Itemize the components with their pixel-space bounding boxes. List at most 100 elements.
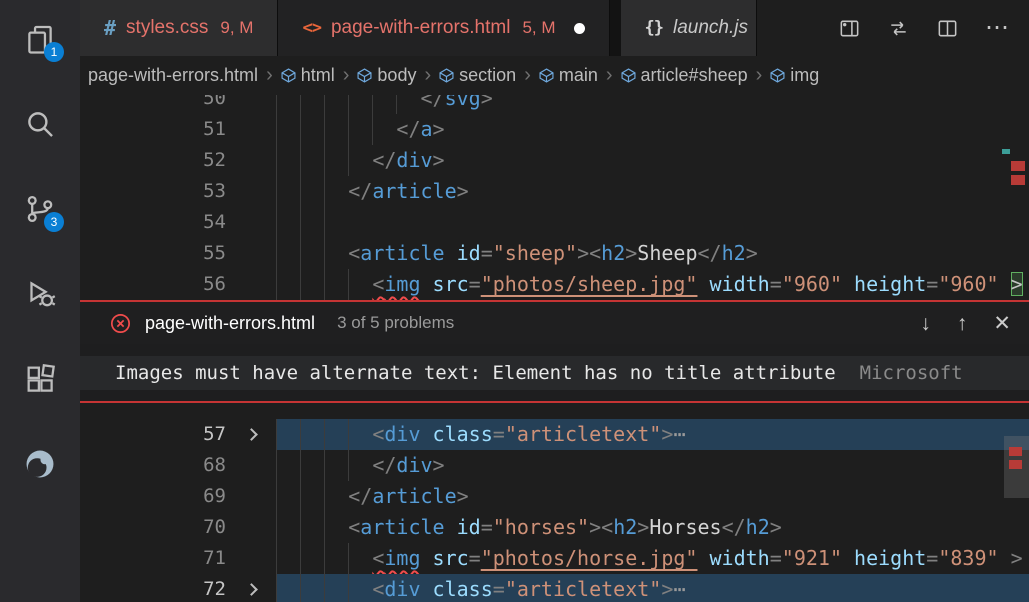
code-text[interactable]: <article id="sheep"><h2>Sheep</h2>: [276, 238, 1029, 269]
indent-guide: [300, 481, 301, 512]
tab-launch-json[interactable]: {} launch.js: [621, 0, 757, 56]
split-editor-icon[interactable]: [936, 17, 959, 40]
indent-guide: [276, 95, 277, 114]
line-number[interactable]: 71: [80, 543, 230, 574]
symbol-cube-icon: [621, 68, 636, 83]
line-number[interactable]: 54: [80, 207, 230, 238]
indent-guide: [300, 269, 301, 300]
code-text[interactable]: <article id="horses"><h2>Horses</h2>: [276, 512, 1029, 543]
line-number[interactable]: 50: [80, 95, 230, 114]
line-number[interactable]: 68: [80, 450, 230, 481]
breadcrumb-img[interactable]: img: [770, 65, 819, 86]
activity-edge-devtools[interactable]: [16, 437, 64, 522]
line-number[interactable]: 72: [80, 574, 230, 602]
indent-guide: [276, 269, 277, 300]
symbol-cube-icon: [357, 68, 372, 83]
indent-guide: [324, 512, 325, 543]
indent-guide: [300, 145, 301, 176]
line-number[interactable]: 53: [80, 176, 230, 207]
indent-guide: [276, 419, 277, 450]
indent-guide: [276, 207, 277, 238]
indent-guide: [348, 95, 349, 114]
code-text[interactable]: [276, 207, 1029, 238]
line-number[interactable]: 69: [80, 481, 230, 512]
activity-explorer[interactable]: 1: [16, 12, 64, 97]
tab-page-with-errors[interactable]: <> page-with-errors.html 5, M: [278, 0, 609, 56]
code-text[interactable]: <div class="articletext">⋯: [276, 574, 1029, 602]
indent-guide: [372, 95, 373, 114]
line-number[interactable]: 56: [80, 269, 230, 300]
code-text[interactable]: <img src="photos/sheep.jpg" width="960" …: [276, 269, 1029, 300]
indent-guide: [300, 543, 301, 574]
code-line-53[interactable]: 53 </article>: [80, 176, 1029, 207]
tab-styles-css[interactable]: # styles.css 9, M: [80, 0, 278, 56]
indent-guide: [348, 269, 349, 300]
code-text[interactable]: </svg>: [276, 95, 1029, 114]
indent-guide: [300, 176, 301, 207]
activity-search[interactable]: [16, 97, 64, 182]
indent-guide: [300, 574, 301, 602]
editor-bottom[interactable]: 57 <div class="articletext">⋯ 68 </div> 69 </…: [80, 403, 1029, 602]
code-text[interactable]: <img src="photos/horse.jpg" width="921" …: [276, 543, 1029, 574]
code-line-55[interactable]: 55 <article id="sheep"><h2>Sheep</h2>: [80, 238, 1029, 269]
code-text[interactable]: </article>: [276, 176, 1029, 207]
breadcrumb-body[interactable]: body: [357, 65, 416, 86]
code-line-72[interactable]: 72 <div class="articletext">⋯: [80, 574, 1029, 602]
problem-row[interactable]: Images must have alternate text: Element…: [80, 356, 1029, 390]
breadcrumb-separator: ›: [262, 64, 277, 87]
symbol-cube-icon: [281, 68, 296, 83]
breadcrumb-separator: ›: [339, 64, 354, 87]
code-line-51[interactable]: 51 </a>: [80, 114, 1029, 145]
fold-chevron-icon[interactable]: [230, 574, 276, 602]
previous-problem-icon[interactable]: ↑: [957, 313, 968, 334]
breadcrumb-file[interactable]: page-with-errors.html: [88, 65, 258, 86]
fold-gutter: [230, 176, 276, 207]
indent-guide: [372, 114, 373, 145]
code-line-52[interactable]: 52 </div>: [80, 145, 1029, 176]
open-changes-icon[interactable]: [887, 17, 910, 40]
activity-source-control[interactable]: 3: [16, 182, 64, 267]
code-text[interactable]: </div>: [276, 145, 1029, 176]
overview-error-mark: [1009, 460, 1022, 469]
tab-problems-decoration: 9, M: [220, 18, 253, 38]
code-line-70[interactable]: 70 <article id="horses"><h2>Horses</h2>: [80, 512, 1029, 543]
code-line-69[interactable]: 69 </article>: [80, 481, 1029, 512]
line-number[interactable]: 55: [80, 238, 230, 269]
tab-label: launch.js: [673, 17, 748, 39]
line-number[interactable]: 51: [80, 114, 230, 145]
breadcrumb-html[interactable]: html: [281, 65, 335, 86]
breadcrumb-article-sheep[interactable]: article#sheep: [621, 65, 748, 86]
code-line-54[interactable]: 54: [80, 207, 1029, 238]
code-text[interactable]: </div>: [276, 450, 1029, 481]
line-number[interactable]: 57: [80, 419, 230, 450]
code-line-57[interactable]: 57 <div class="articletext">⋯: [80, 419, 1029, 450]
fold-gutter: [230, 207, 276, 238]
more-actions-icon[interactable]: ⋯: [985, 16, 1009, 40]
activity-extensions[interactable]: [16, 352, 64, 437]
close-peek-icon[interactable]: ✕: [993, 313, 1011, 334]
code-line-56[interactable]: 56 <img src="photos/sheep.jpg" width="960…: [80, 269, 1029, 300]
next-problem-icon[interactable]: ↓: [920, 313, 931, 334]
code-line-71[interactable]: 71 <img src="photos/horse.jpg" width="921…: [80, 543, 1029, 574]
code-text[interactable]: <div class="articletext">⋯: [276, 419, 1029, 450]
code-text[interactable]: </a>: [276, 114, 1029, 145]
code-line-50[interactable]: 50 </svg>: [80, 95, 1029, 114]
line-number[interactable]: 70: [80, 512, 230, 543]
line-number[interactable]: 52: [80, 145, 230, 176]
breadcrumb-section[interactable]: section: [439, 65, 516, 86]
indent-guide: [348, 145, 349, 176]
editor-group: # styles.css 9, M <> page-with-errors.ht…: [80, 0, 1029, 602]
indent-guide: [276, 238, 277, 269]
indent-guide: [276, 145, 277, 176]
fold-chevron-icon[interactable]: [230, 419, 276, 450]
indent-guide: [276, 481, 277, 512]
unsaved-changes-indicator[interactable]: [574, 23, 585, 34]
breadcrumb-main[interactable]: main: [539, 65, 598, 86]
code-line-68[interactable]: 68 </div>: [80, 450, 1029, 481]
editor-top[interactable]: 50 </svg> 51 </a> 52 </div> 53 </article> 5455 <a…: [80, 95, 1029, 300]
code-text[interactable]: </article>: [276, 481, 1029, 512]
indent-guide: [348, 419, 349, 450]
activity-run-and-debug[interactable]: [16, 267, 64, 352]
open-preview-icon[interactable]: [838, 17, 861, 40]
overview-mark-teal: [1002, 149, 1010, 154]
